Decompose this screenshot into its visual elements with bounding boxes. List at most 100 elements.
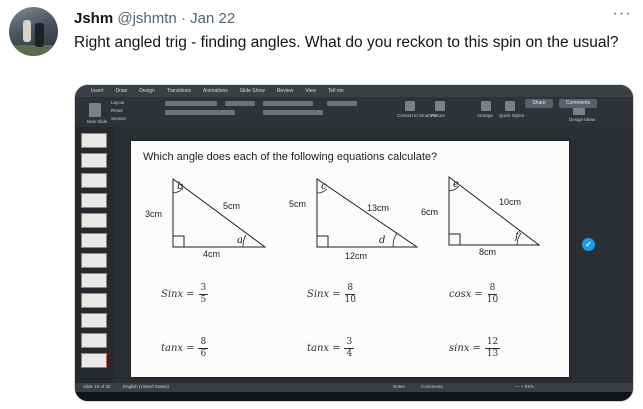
- author-name[interactable]: Jshm: [74, 10, 113, 27]
- status-bar: Slide 10 of 30 English (United States) N…: [75, 383, 633, 392]
- slide-thumbnail[interactable]: [81, 253, 107, 268]
- slide-thumbnail[interactable]: [81, 333, 107, 348]
- fraction: 8 10: [487, 283, 498, 306]
- equation-function: Sinx: [307, 289, 330, 300]
- alignment-bar[interactable]: [263, 110, 323, 115]
- font-format-bar[interactable]: [165, 110, 235, 115]
- slide-thumbnail[interactable]: [81, 213, 107, 228]
- avatar[interactable]: [9, 7, 58, 56]
- tweet-text: Right angled trig - finding angles. What…: [74, 34, 619, 51]
- slide-thumbnail[interactable]: [81, 133, 107, 148]
- equation: Sinx = 8 10: [307, 283, 356, 306]
- equation: Sinx = 3 5: [161, 283, 209, 306]
- list-bar[interactable]: [327, 101, 357, 106]
- denominator: 13: [486, 349, 499, 359]
- quick-styles-icon[interactable]: [505, 101, 515, 111]
- numerator: 3: [198, 283, 209, 295]
- slide-thumbnail-selected[interactable]: [81, 353, 107, 368]
- avatar-ground: [9, 45, 58, 56]
- ribbon-tab[interactable]: Tell me: [322, 88, 350, 94]
- slide-thumbnail[interactable]: [81, 193, 107, 208]
- ribbon-tab[interactable]: Transitions: [161, 88, 197, 94]
- slide-thumbnail[interactable]: [81, 173, 107, 188]
- notes-button[interactable]: Notes: [393, 384, 405, 389]
- side-label: 5cm: [289, 199, 307, 209]
- arrange-icon[interactable]: [481, 101, 491, 111]
- equals-sign: =: [186, 343, 195, 354]
- ribbon-tab[interactable]: View: [299, 88, 322, 94]
- numerator: 8: [487, 283, 498, 295]
- avatar-figure: [35, 23, 44, 47]
- slide-thumbnail[interactable]: [81, 153, 107, 168]
- share-button[interactable]: Share: [525, 99, 553, 108]
- base-label: 4cm: [203, 249, 221, 259]
- ribbon-tab[interactable]: Design: [133, 88, 161, 94]
- comments-status-button[interactable]: Comments: [421, 384, 443, 389]
- numerator: 12: [484, 337, 501, 349]
- tweet-date[interactable]: Jan 22: [190, 10, 235, 27]
- paragraph-bar[interactable]: [263, 101, 313, 106]
- right-panel: [620, 127, 633, 383]
- equals-sign: =: [332, 343, 341, 354]
- fraction: 12 13: [484, 337, 501, 360]
- section-label[interactable]: Section: [111, 116, 126, 121]
- ribbon-tab[interactable]: Insert: [85, 88, 110, 94]
- layout-label[interactable]: Layout: [111, 100, 125, 105]
- angle-label: d: [379, 235, 386, 246]
- denominator: 10: [344, 295, 356, 305]
- slide[interactable]: Which angle does each of the following e…: [131, 141, 569, 377]
- more-options-icon[interactable]: ···: [609, 5, 635, 27]
- avatar-figure: [23, 20, 31, 42]
- monitor-bezel: [75, 392, 633, 401]
- angle-label: a: [237, 235, 243, 246]
- side-label: 6cm: [421, 207, 439, 217]
- slide-thumbnail[interactable]: [81, 293, 107, 308]
- design-ideas-label: Design Ideas: [569, 117, 596, 122]
- new-slide-icon[interactable]: [89, 103, 101, 117]
- ribbon-tab[interactable]: Draw: [110, 88, 134, 94]
- ribbon-tab[interactable]: Animations: [197, 88, 234, 94]
- angle-label: c: [321, 181, 327, 192]
- equation-function: cosx: [449, 289, 472, 300]
- author-handle[interactable]: @jshmtn: [117, 10, 176, 27]
- reset-label[interactable]: Reset: [111, 108, 123, 113]
- side-label: 3cm: [145, 209, 163, 219]
- numerator: 3: [344, 337, 355, 349]
- equation-function: tanx: [307, 343, 330, 354]
- new-slide-label: New Slide: [87, 119, 108, 124]
- ribbon-tabs: Insert Draw Design Transitions Animation…: [75, 85, 633, 97]
- arrange-label: Arrange: [477, 113, 494, 118]
- triangle-2: [316, 178, 419, 248]
- equation: cosx = 8 10: [449, 283, 498, 306]
- separator: ·: [180, 10, 186, 27]
- denominator: 10: [486, 295, 499, 305]
- tweet-photo[interactable]: Insert Draw Design Transitions Animation…: [74, 84, 634, 402]
- font-size-box[interactable]: [225, 101, 255, 106]
- angle-label: f: [515, 231, 519, 242]
- numerator: 8: [198, 337, 209, 349]
- equation-function: sinx: [449, 343, 470, 354]
- smartart-icon[interactable]: [405, 101, 415, 111]
- base-label: 12cm: [345, 251, 368, 261]
- equation-function: Sinx: [161, 289, 184, 300]
- denominator: 6: [200, 349, 207, 359]
- font-family-box[interactable]: [165, 101, 217, 106]
- fraction: 8 10: [345, 283, 356, 306]
- numerator: 8: [345, 283, 356, 295]
- slide-thumbnail[interactable]: [81, 313, 107, 328]
- ribbon-tab[interactable]: Review: [271, 88, 299, 94]
- ribbon-tab[interactable]: Slide Show: [234, 88, 271, 94]
- picture-icon[interactable]: [435, 101, 445, 111]
- triangle-3: [448, 175, 541, 246]
- slide-thumbnails: [75, 127, 115, 383]
- tweet-header: Jshm @jshmtn · Jan 22: [74, 10, 235, 28]
- comments-button[interactable]: Comments: [559, 99, 597, 108]
- equals-sign: =: [474, 289, 483, 300]
- zoom-control[interactable]: — + 81%: [515, 384, 534, 389]
- slide-thumbnail[interactable]: [81, 273, 107, 288]
- equals-sign: =: [186, 289, 195, 300]
- slide-thumbnail[interactable]: [81, 233, 107, 248]
- language-status[interactable]: English (United States): [123, 384, 169, 389]
- equation: sinx = 12 13: [449, 337, 501, 360]
- quick-styles-label: Quick Styles: [499, 113, 525, 118]
